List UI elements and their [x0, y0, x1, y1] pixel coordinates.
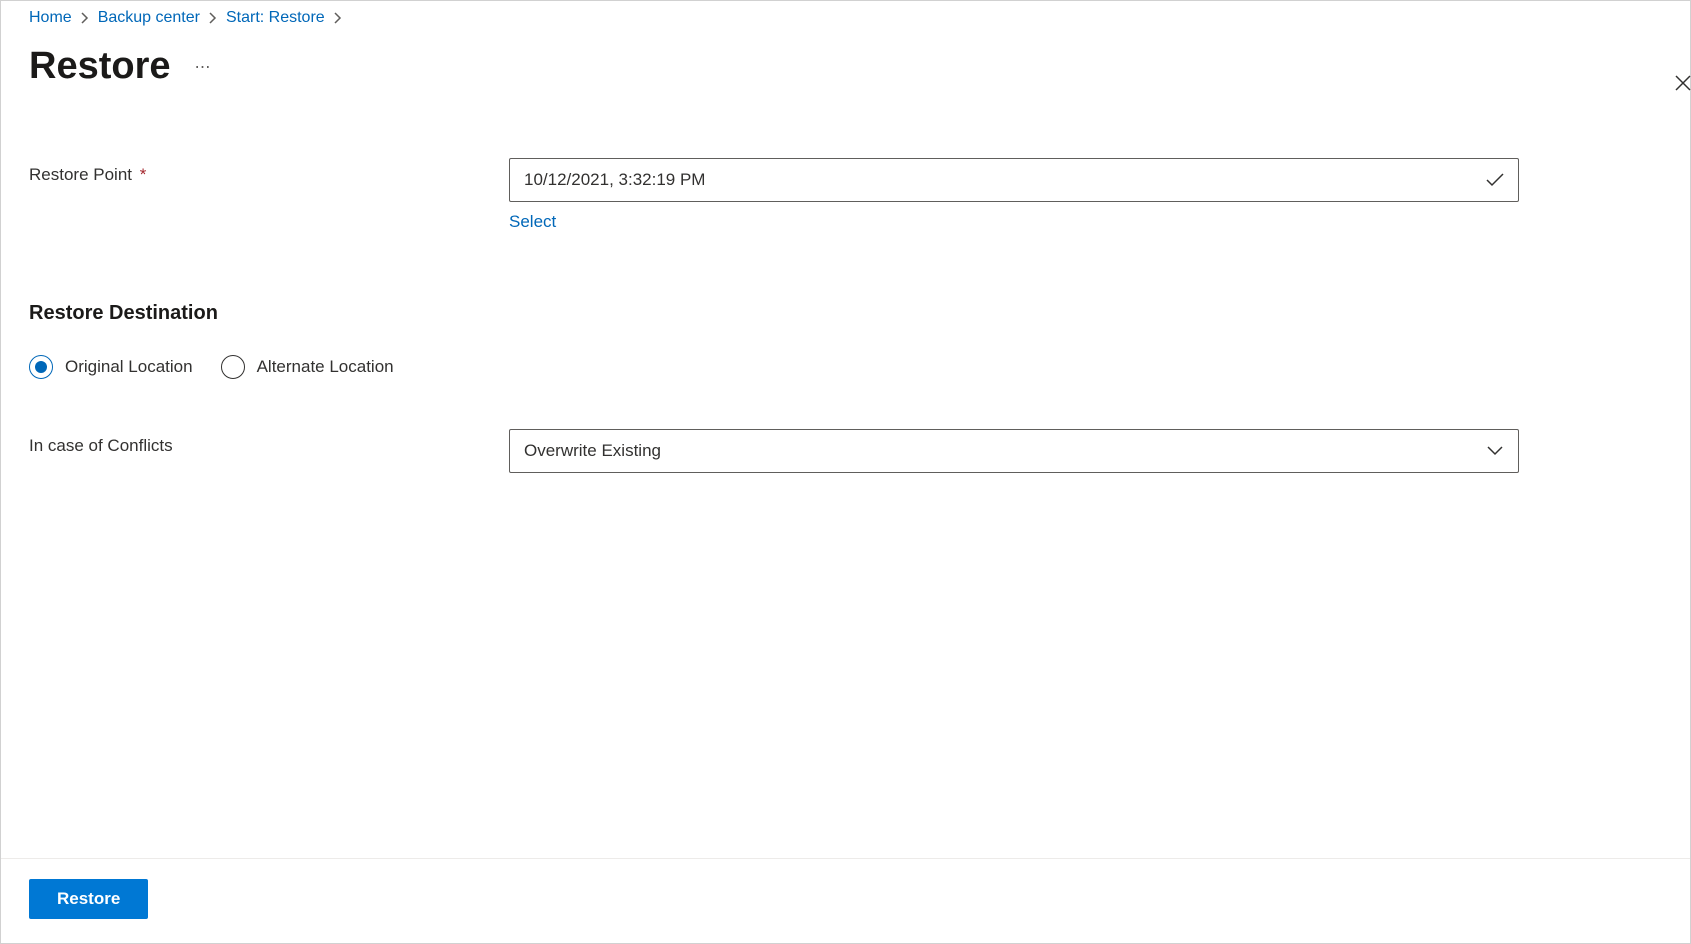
close-icon[interactable] — [1671, 71, 1691, 95]
breadcrumb-backup-center[interactable]: Backup center — [98, 9, 200, 27]
radio-original-label: Original Location — [65, 357, 193, 377]
breadcrumb: Home Backup center Start: Restore — [1, 1, 1690, 27]
conflicts-value: Overwrite Existing — [524, 441, 661, 461]
footer-bar: Restore — [1, 858, 1690, 943]
restore-point-input[interactable]: 10/12/2021, 3:32:19 PM — [509, 158, 1519, 202]
chevron-down-icon — [1486, 442, 1504, 460]
breadcrumb-home[interactable]: Home — [29, 9, 72, 27]
conflicts-row: In case of Conflicts Overwrite Existing — [29, 429, 1662, 473]
chevron-right-icon — [80, 12, 90, 24]
chevron-right-icon — [208, 12, 218, 24]
conflicts-label-text: In case of Conflicts — [29, 436, 173, 455]
select-link[interactable]: Select — [509, 212, 556, 232]
restore-button[interactable]: Restore — [29, 879, 148, 919]
conflicts-label: In case of Conflicts — [29, 429, 509, 456]
radio-alternate-label: Alternate Location — [257, 357, 394, 377]
restore-point-label-text: Restore Point — [29, 165, 132, 184]
restore-point-label: Restore Point * — [29, 158, 509, 185]
radio-original-location[interactable]: Original Location — [29, 355, 193, 379]
restore-destination-title: Restore Destination — [29, 302, 1662, 325]
conflicts-dropdown[interactable]: Overwrite Existing — [509, 429, 1519, 473]
checkmark-icon — [1486, 171, 1504, 189]
restore-point-row: Restore Point * 10/12/2021, 3:32:19 PM S… — [29, 158, 1662, 232]
radio-icon-unselected — [221, 355, 245, 379]
destination-radio-group: Original Location Alternate Location — [29, 355, 1662, 379]
radio-alternate-location[interactable]: Alternate Location — [221, 355, 394, 379]
radio-icon-selected — [29, 355, 53, 379]
chevron-right-icon — [333, 12, 343, 24]
page-header: Restore ⋯ — [1, 27, 1690, 88]
page-title: Restore — [29, 45, 171, 88]
restore-point-value: 10/12/2021, 3:32:19 PM — [524, 170, 705, 190]
more-icon[interactable]: ⋯ — [191, 53, 216, 81]
breadcrumb-start-restore[interactable]: Start: Restore — [226, 9, 325, 27]
form-content: Restore Point * 10/12/2021, 3:32:19 PM S… — [1, 88, 1690, 473]
required-asterisk: * — [140, 165, 147, 184]
